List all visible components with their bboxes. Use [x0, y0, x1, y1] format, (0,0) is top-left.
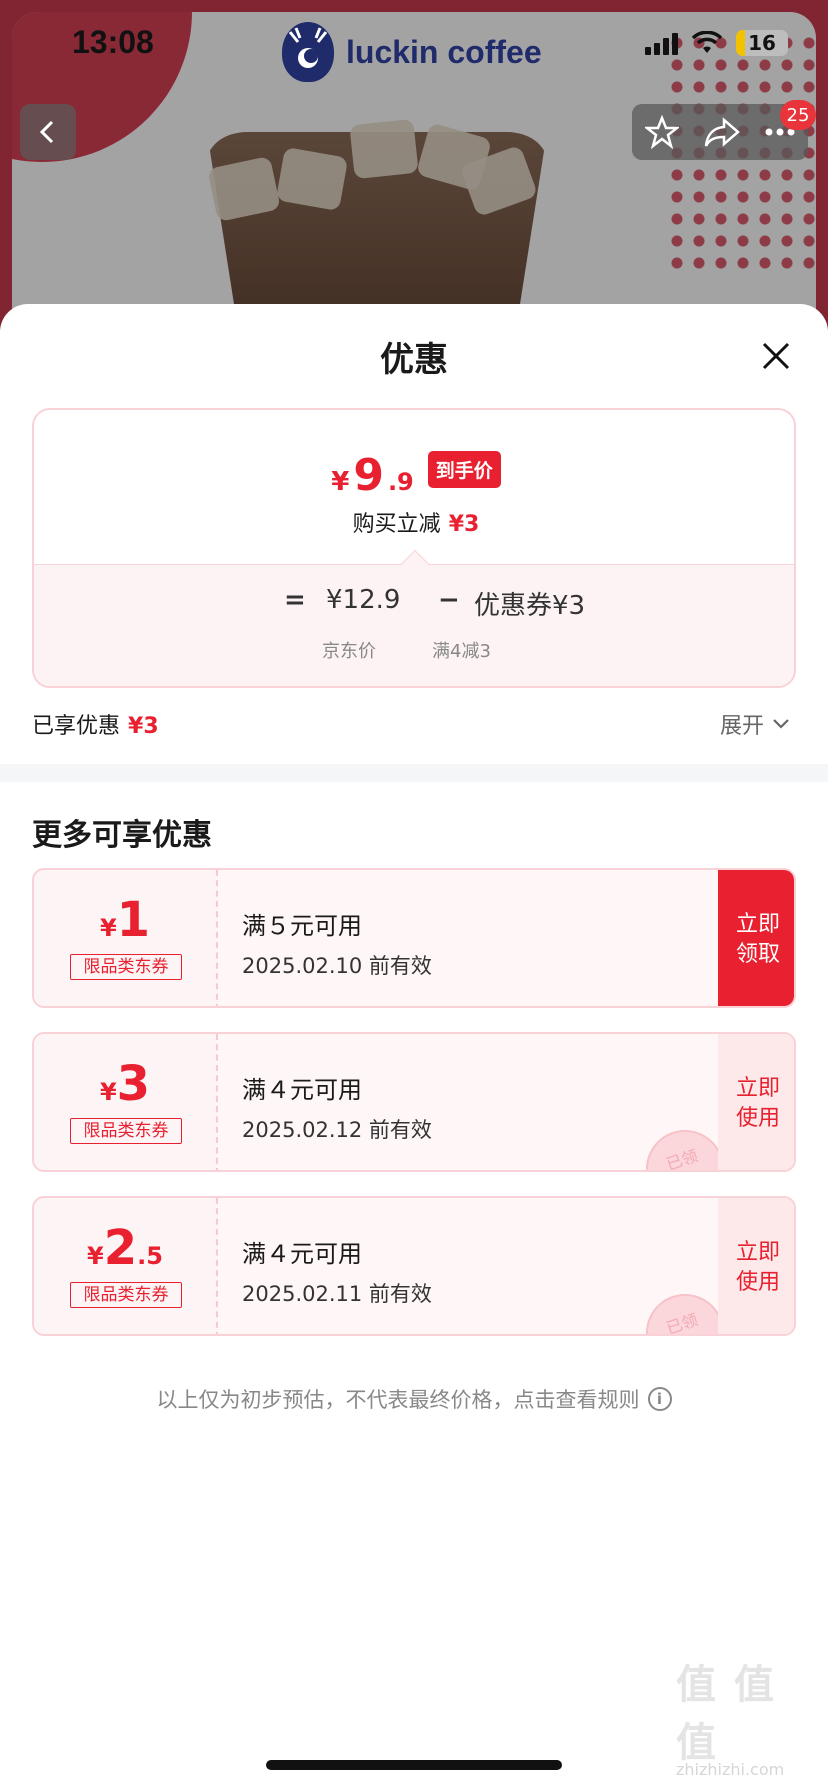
home-indicator[interactable]	[266, 1760, 562, 1770]
enjoyed-discount-label: 已享优惠	[32, 714, 121, 739]
discount-sheet: 优惠 ¥ 9 .9 到手价 购买立减 ¥3 = ¥12.9 − 优惠券¥3 京东价…	[0, 304, 828, 1792]
final-price-integer: 9	[353, 450, 384, 501]
coupon-condition: 满５元可用	[242, 912, 362, 940]
expand-button[interactable]: 展开	[720, 708, 790, 740]
claim-coupon-button[interactable]: 立即 领取	[718, 870, 794, 1006]
coupon-condition: 满４元可用	[242, 1240, 362, 1268]
instant-discount-value: ¥3	[448, 512, 480, 537]
coupon-value: ¥ 2 .5 限品类东券	[34, 1198, 216, 1334]
breakdown-pointer	[400, 549, 430, 579]
instant-discount-label: 购买立减	[352, 512, 441, 537]
coupon-amount-integer: 1	[116, 892, 151, 948]
back-button[interactable]	[20, 104, 76, 160]
coupon-type-tag: 限品类东券	[70, 1118, 182, 1144]
action-line-1: 立即	[735, 912, 780, 938]
action-line-1: 立即	[735, 1076, 780, 1102]
estimate-rules-link[interactable]: 以上仅为初步预估，不代表最终价格，点击查看规则 i	[0, 1384, 828, 1414]
coupon-details: 满４元可用 2025.02.12 前有效	[218, 1034, 718, 1170]
equals-sign: =	[284, 585, 306, 615]
watermark-url: zhizhizhi.com	[676, 1760, 785, 1779]
action-line-2: 使用	[735, 1270, 780, 1295]
favorite-star-icon[interactable]	[644, 115, 679, 149]
footnote-text: 以上仅为初步预估，不代表最终价格，点击查看规则	[156, 1388, 640, 1412]
action-line-2: 领取	[735, 942, 780, 967]
coupon-amount-integer: 2	[103, 1220, 138, 1276]
coupon-amount: ¥ 3	[34, 1056, 216, 1112]
coupon-currency: ¥	[87, 1242, 104, 1270]
chevron-down-icon	[773, 719, 789, 729]
share-icon[interactable]	[704, 116, 740, 148]
final-price-currency: ¥	[331, 467, 350, 497]
enjoyed-discount: 已享优惠 ¥3	[32, 708, 159, 740]
use-coupon-button[interactable]: 立即 使用	[718, 1198, 794, 1334]
coupon-currency: ¥	[99, 1078, 117, 1106]
expand-label: 展开	[720, 714, 765, 739]
info-icon: i	[647, 1387, 672, 1411]
coupon-amount-integer: 3	[116, 1056, 151, 1112]
coupon-amount-decimal: .5	[137, 1242, 163, 1270]
notification-badge: 25	[780, 100, 816, 130]
minus-sign: −	[438, 585, 460, 615]
coupon-condition: 满４元可用	[242, 1076, 362, 1104]
brand-logo: luckin coffee	[282, 22, 542, 82]
sheet-title: 优惠	[380, 340, 448, 380]
action-line-1: 立即	[735, 1240, 780, 1266]
coupon-deduction-label: 满4减3	[432, 641, 491, 662]
coupon-details: 满４元可用 2025.02.11 前有效	[218, 1198, 718, 1334]
use-coupon-button[interactable]: 立即 使用	[718, 1034, 794, 1170]
chevron-left-icon	[39, 120, 54, 144]
close-icon[interactable]	[752, 332, 800, 380]
coupon-amount: ¥ 2 .5	[34, 1220, 216, 1276]
coupon-expiry: 2025.02.12 前有效	[242, 1118, 432, 1142]
coupon-expiry: 2025.02.11 前有效	[242, 1282, 432, 1306]
status-time: 13:08	[72, 24, 154, 60]
base-price: ¥12.9	[326, 585, 401, 615]
coupon-currency: ¥	[99, 914, 117, 942]
brand-name: luckin coffee	[346, 33, 542, 70]
final-price-decimal: .9	[387, 468, 414, 496]
coupon-amount: ¥ 1	[34, 892, 216, 948]
battery-level: 16	[748, 31, 776, 55]
coupon-expiry: 2025.02.10 前有效	[242, 954, 432, 978]
watermark-logo: 值 值 值	[676, 1662, 776, 1766]
final-price-tag: 到手价	[427, 451, 501, 488]
coupon-type-tag: 限品类东券	[70, 1282, 182, 1308]
coupon-card: ¥ 3 限品类东券 满４元可用 2025.02.12 前有效 已领 立即 使用	[32, 1032, 796, 1172]
enjoyed-discount-value: ¥3	[128, 714, 159, 739]
deer-logo-icon	[282, 22, 334, 82]
coupon-deduction: 优惠券¥3	[474, 591, 586, 621]
coupon-card: ¥ 2 .5 限品类东券 满４元可用 2025.02.11 前有效 已领 立即 …	[32, 1196, 796, 1336]
cellular-signal-icon	[645, 31, 678, 55]
coupon-details: 满５元可用 2025.02.10 前有效	[218, 870, 718, 1006]
coupon-type-tag: 限品类东券	[70, 954, 182, 980]
coupon-value: ¥ 1 限品类东券	[34, 870, 216, 1006]
instant-discount: 购买立减 ¥3	[34, 506, 794, 538]
final-price: ¥ 9 .9 到手价	[34, 450, 794, 501]
coupon-value: ¥ 3 限品类东券	[34, 1034, 216, 1170]
more-discounts-title: 更多可享优惠	[32, 818, 212, 853]
coupon-card: ¥ 1 限品类东券 满５元可用 2025.02.10 前有效 立即 领取	[32, 868, 796, 1008]
action-line-2: 使用	[735, 1106, 780, 1131]
battery-icon: 16	[736, 30, 788, 56]
price-breakdown: = ¥12.9 − 优惠券¥3 京东价 满4减3	[34, 549, 794, 686]
status-icons: 16	[645, 30, 788, 56]
wifi-icon	[692, 31, 722, 53]
section-divider	[0, 764, 828, 782]
base-price-label: 京东价	[322, 641, 376, 662]
price-summary-card: ¥ 9 .9 到手价 购买立减 ¥3 = ¥12.9 − 优惠券¥3 京东价 满4…	[32, 408, 796, 688]
